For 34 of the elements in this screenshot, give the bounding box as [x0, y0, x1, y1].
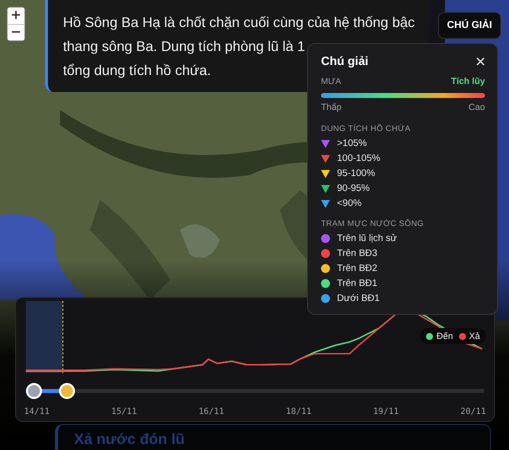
legend-label: <90% — [337, 198, 362, 209]
date-label: 15/11 — [111, 407, 137, 417]
date-label: 14/11 — [24, 407, 50, 417]
rain-mode-link[interactable]: Tích lũy — [450, 76, 485, 86]
scale-high-label: Cao — [468, 102, 485, 112]
story-text: thang sông Ba. Dung tích phòng lũ là 1 — [63, 37, 306, 56]
legend-label: Trên BĐ3 — [337, 248, 378, 259]
legend-label: 90-95% — [337, 183, 370, 194]
story-text: Hồ Sông Ba Hạ là chốt chặn cuối cùng của hệ thống bậc — [63, 13, 415, 32]
legend-title: Chú giải — [321, 54, 368, 68]
legend-label: >105% — [337, 138, 367, 149]
legend-label: Dưới BĐ1 — [337, 293, 380, 304]
scale-low-label: Thấp — [321, 102, 342, 112]
close-icon[interactable] — [476, 56, 485, 66]
legend-label: Trên lũ lịch sử — [337, 233, 397, 244]
legend-button[interactable]: CHÚ GIẢI — [438, 12, 501, 39]
story-text: tổng dung tích hồ chứa. — [63, 61, 211, 80]
legend-label: Trên BĐ2 — [337, 263, 378, 274]
start-handle[interactable] — [26, 383, 42, 399]
end-handle[interactable] — [59, 383, 76, 399]
date-label: 19/11 — [373, 407, 399, 417]
legend-label: Trên BĐ1 — [337, 278, 378, 289]
legend-label: 100-105% — [337, 153, 380, 164]
date-label: 16/11 — [198, 407, 224, 417]
story-title: Xả nước đón lũ — [74, 431, 185, 448]
date-label: 20/11 — [460, 407, 486, 417]
series-label: Đến — [436, 331, 453, 341]
rain-label: MƯA — [321, 76, 342, 86]
section-heading: DUNG TÍCH HỒ CHỨA — [321, 124, 412, 133]
series-label: Xả — [468, 331, 480, 341]
legend-label: 95-100% — [337, 168, 376, 179]
date-label: 18/11 — [286, 407, 312, 417]
zoom-out-button[interactable]: − — [8, 24, 24, 40]
section-heading: TRẠM MỰC NƯỚC SÔNG — [321, 219, 425, 228]
